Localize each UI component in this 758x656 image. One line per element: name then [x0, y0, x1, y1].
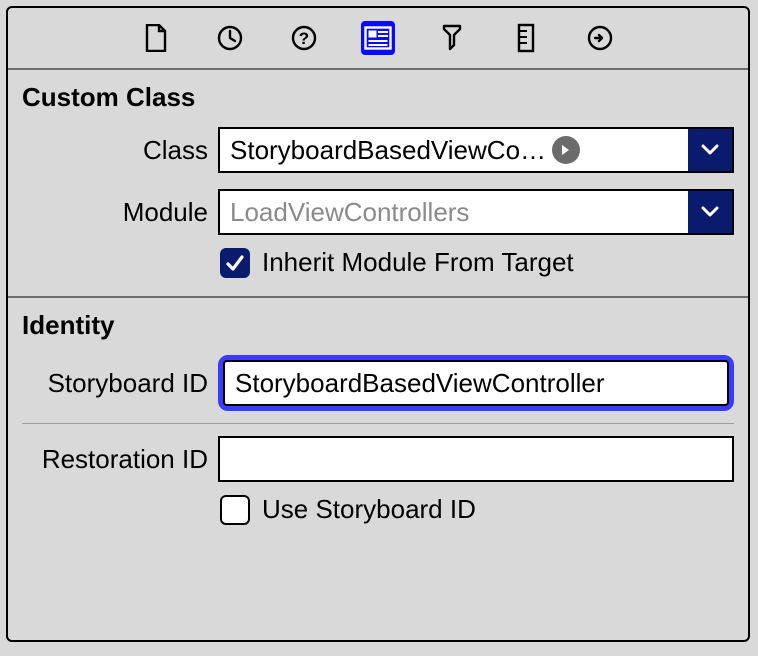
navigate-to-class-icon[interactable] — [552, 136, 580, 164]
identity-title: Identity — [8, 298, 748, 347]
custom-class-title: Custom Class — [8, 70, 748, 119]
inspector-tabs: ? — [8, 8, 748, 70]
class-label: Class — [22, 135, 208, 166]
identity-section: Identity Storyboard ID Restoration ID Us… — [8, 298, 748, 543]
inherit-module-row: Inherit Module From Target — [8, 243, 748, 296]
custom-class-section: Custom Class Class StoryboardBasedViewCo… — [8, 70, 748, 296]
storyboard-id-highlight — [218, 355, 734, 411]
restoration-id-input[interactable] — [218, 436, 734, 482]
class-dropdown-button[interactable] — [688, 129, 732, 171]
module-placeholder: LoadViewControllers — [220, 191, 688, 233]
storyboard-id-row: Storyboard ID — [8, 347, 748, 419]
storyboard-id-label: Storyboard ID — [22, 368, 208, 399]
class-row: Class StoryboardBasedViewCo… — [8, 119, 748, 181]
inherit-module-label: Inherit Module From Target — [262, 247, 574, 278]
storyboard-id-input[interactable] — [223, 360, 729, 406]
quick-help-inspector-tab[interactable]: ? — [287, 21, 321, 55]
module-combobox[interactable]: LoadViewControllers — [218, 189, 734, 235]
history-inspector-tab[interactable] — [213, 21, 247, 55]
module-dropdown-button[interactable] — [688, 191, 732, 233]
class-value: StoryboardBasedViewCo… — [220, 129, 688, 171]
attributes-inspector-tab[interactable] — [435, 21, 469, 55]
module-row: Module LoadViewControllers — [8, 181, 748, 243]
identity-inner-divider — [22, 423, 734, 424]
class-value-text: StoryboardBasedViewCo… — [230, 135, 546, 166]
use-storyboard-id-row: Use Storyboard ID — [8, 490, 748, 543]
restoration-id-label: Restoration ID — [22, 444, 208, 475]
inherit-module-checkbox[interactable] — [220, 248, 250, 278]
class-combobox[interactable]: StoryboardBasedViewCo… — [218, 127, 734, 173]
restoration-id-row: Restoration ID — [8, 428, 748, 490]
svg-text:?: ? — [299, 29, 309, 48]
use-storyboard-id-checkbox[interactable] — [220, 495, 250, 525]
identity-inspector-panel: ? Custom Class Class StoryboardBasedView… — [6, 6, 750, 642]
file-inspector-tab[interactable] — [139, 21, 173, 55]
size-inspector-tab[interactable] — [509, 21, 543, 55]
use-storyboard-id-label: Use Storyboard ID — [262, 494, 476, 525]
identity-inspector-tab[interactable] — [361, 21, 395, 55]
connections-inspector-tab[interactable] — [583, 21, 617, 55]
module-label: Module — [22, 197, 208, 228]
